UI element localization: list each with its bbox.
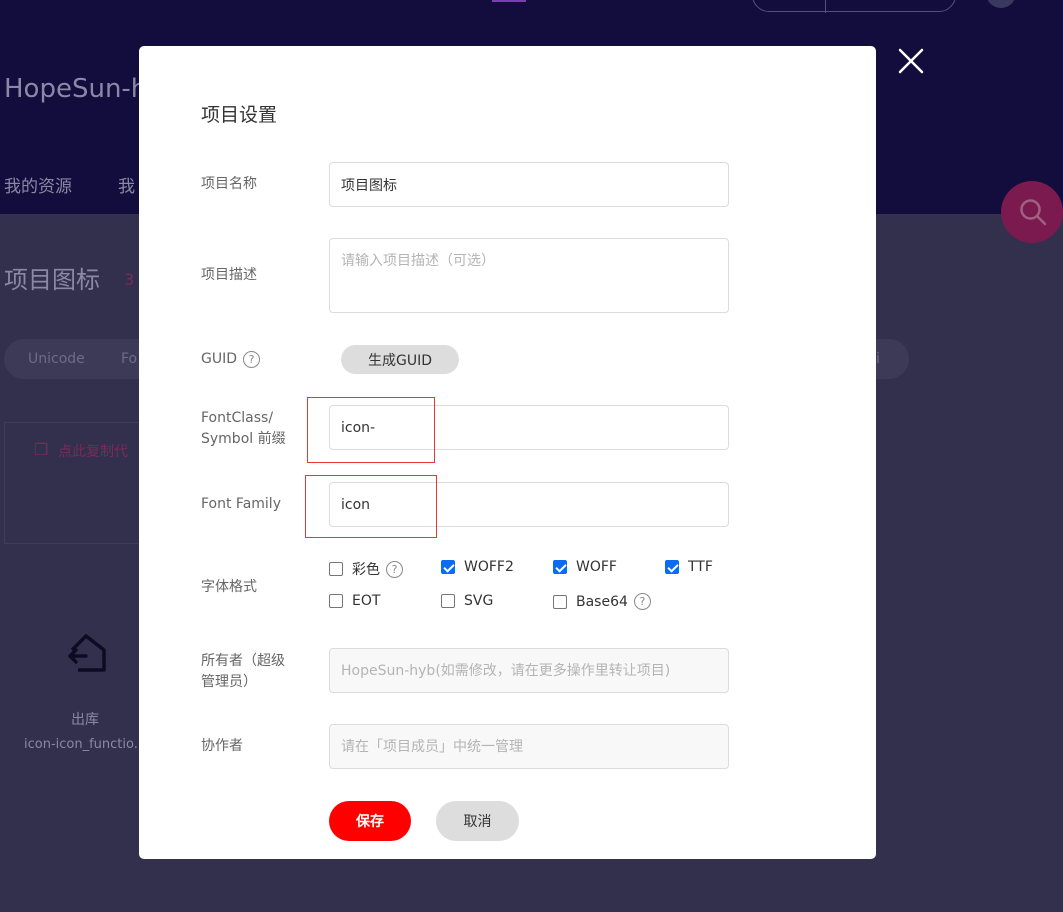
nav-my-resources[interactable]: 我的资源 xyxy=(4,172,72,197)
checkbox-label: WOFF2 xyxy=(464,559,514,575)
owner-label-line1: 所有者（超级 xyxy=(201,653,285,669)
project-description-label: 项目描述 xyxy=(201,267,257,283)
guid-label: GUID? xyxy=(201,348,261,370)
guid-label-text: GUID xyxy=(201,351,238,367)
checkbox-label: TTF xyxy=(688,559,713,575)
checkbox-box[interactable] xyxy=(329,594,343,608)
icon-card-name: 出库 xyxy=(71,712,99,728)
search-fab-button[interactable] xyxy=(1001,181,1063,243)
project-settings-dialog: 项目设置 项目名称 项目描述 GUID? 生成GUID FontClass/ S… xyxy=(139,46,876,859)
checkbox-box[interactable] xyxy=(441,560,455,574)
page-title: 项目图标 xyxy=(4,266,100,294)
checkbox-ttf[interactable]: TTF xyxy=(665,559,713,575)
checkbox-base64[interactable]: Base64 ? xyxy=(553,593,651,610)
collaborators-input xyxy=(329,724,729,769)
checkbox-color[interactable]: 彩色 ? xyxy=(329,559,403,579)
prefix-label-line1: FontClass/ xyxy=(201,410,274,426)
help-icon[interactable]: ? xyxy=(633,593,651,610)
checkbox-woff[interactable]: WOFF xyxy=(553,559,617,575)
generate-guid-button[interactable]: 生成GUID xyxy=(341,345,459,374)
copy-code-link[interactable]: 点此复制代 xyxy=(58,441,128,461)
checkbox-label: WOFF xyxy=(576,559,617,575)
checkbox-svg[interactable]: SVG xyxy=(441,593,493,609)
project-description-input[interactable] xyxy=(329,238,729,313)
font-family-input[interactable] xyxy=(329,482,729,527)
prefix-input[interactable] xyxy=(329,405,729,450)
copy-icon[interactable]: ❐ xyxy=(34,440,48,459)
project-name-label: 项目名称 xyxy=(201,176,257,192)
owner-input xyxy=(329,648,729,693)
project-name-input[interactable] xyxy=(329,162,729,207)
checkbox-box[interactable] xyxy=(329,562,343,576)
help-icon[interactable]: ? xyxy=(386,560,403,578)
checkbox-label: 彩色 xyxy=(352,562,380,578)
checkbox-eot[interactable]: EOT xyxy=(329,593,380,609)
nav-item-2[interactable]: 我 xyxy=(118,172,135,197)
font-format-label: 字体格式 xyxy=(201,579,257,595)
checkbox-label: SVG xyxy=(464,593,494,609)
icon-card-code: icon-icon_functio... xyxy=(24,737,147,752)
icon-count: 3 xyxy=(124,270,135,289)
checkbox-box[interactable] xyxy=(553,560,567,574)
checkbox-label: EOT xyxy=(352,593,381,609)
tab-more[interactable]: i xyxy=(876,351,880,367)
topbar-badge xyxy=(492,0,526,2)
font-family-label: Font Family xyxy=(201,496,281,512)
dialog-title: 项目设置 xyxy=(201,104,278,126)
tab-font-class[interactable]: Fo xyxy=(121,351,137,367)
checkbox-woff2[interactable]: WOFF2 xyxy=(441,559,514,575)
prefix-label-line2: Symbol 前缀 xyxy=(201,431,286,447)
help-icon[interactable]: ? xyxy=(243,350,261,368)
checkbox-box[interactable] xyxy=(665,560,679,574)
checkbox-box[interactable] xyxy=(553,594,567,609)
close-icon[interactable] xyxy=(896,46,926,76)
checkbox-label: Base64 xyxy=(576,593,628,610)
logout-icon xyxy=(64,630,108,678)
checkbox-box[interactable] xyxy=(441,594,455,608)
save-button[interactable]: 保存 xyxy=(329,801,411,841)
topbar-search-box[interactable] xyxy=(752,0,956,13)
cancel-button[interactable]: 取消 xyxy=(436,801,519,841)
brand-title: HopeSun-h xyxy=(4,74,148,104)
tab-unicode[interactable]: Unicode xyxy=(28,351,85,367)
owner-label-line2: 管理员） xyxy=(201,674,257,690)
collaborators-label: 协作者 xyxy=(201,738,243,754)
search-icon xyxy=(1020,199,1047,226)
